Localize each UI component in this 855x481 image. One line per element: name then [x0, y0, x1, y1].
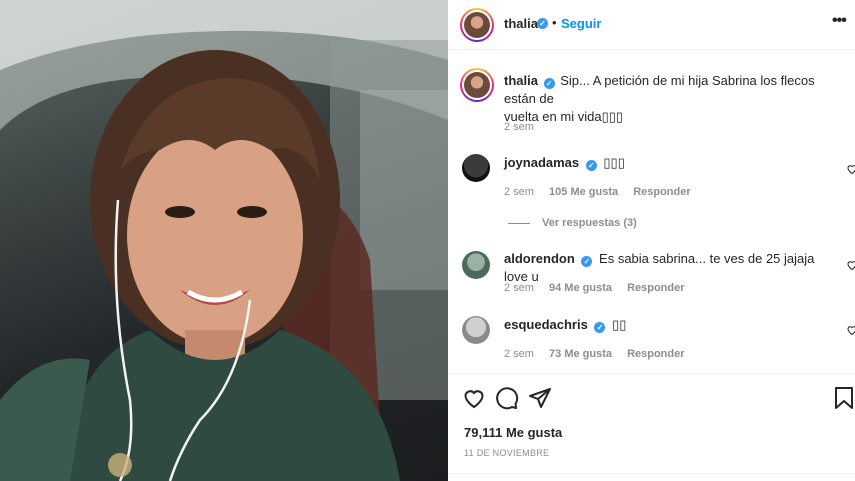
comment-avatar[interactable]	[462, 251, 490, 279]
post-photo[interactable]	[0, 0, 448, 481]
comment-username[interactable]: esquedachris	[504, 317, 588, 332]
post-details-panel: thalia ✓ • Seguir ••• thalia ✓ Sip... A …	[448, 0, 855, 481]
reply-button[interactable]: Responder	[627, 282, 684, 294]
verified-icon: ✓	[581, 256, 593, 267]
reply-button[interactable]: Responder	[627, 348, 684, 360]
comment-like-heart-icon[interactable]	[846, 259, 855, 271]
more-options-icon[interactable]: •••	[832, 12, 847, 30]
follow-button[interactable]: Seguir	[561, 16, 601, 31]
post-header: thalia ✓ • Seguir •••	[448, 0, 855, 50]
comment-text: ▯▯▯	[603, 155, 625, 170]
heart-icon[interactable]	[462, 386, 486, 410]
likes-count[interactable]: 79,111 Me gusta	[464, 425, 562, 440]
divider	[448, 473, 855, 474]
verified-icon: ✓	[594, 322, 606, 333]
comment-2-meta: 2 sem 94 Me gusta Responder	[504, 282, 697, 294]
caption-avatar[interactable]	[460, 68, 494, 102]
comment-username[interactable]: aldorendon	[504, 251, 575, 266]
post-date[interactable]: 11 DE NOVIEMBRE	[464, 448, 549, 458]
comment-likes[interactable]: 94 Me gusta	[549, 282, 612, 294]
caption-username[interactable]: thalia	[504, 73, 538, 88]
post-caption: thalia ✓ Sip... A petición de mi hija Sa…	[504, 72, 844, 126]
selfie-image	[0, 0, 448, 481]
comment-1-meta: 2 sem 105 Me gusta Responder	[504, 186, 703, 198]
caption-time[interactable]: 2 sem	[504, 121, 534, 133]
separator-dot: •	[552, 15, 557, 30]
post-username[interactable]: thalia	[504, 16, 538, 31]
instagram-post-view: thalia ✓ • Seguir ••• thalia ✓ Sip... A …	[0, 0, 855, 481]
post-actions: 79,111 Me gusta 11 DE NOVIEMBRE	[448, 373, 855, 481]
verified-icon: ✓	[585, 160, 597, 171]
comment-3-meta: 2 sem 73 Me gusta Responder	[504, 348, 697, 360]
reply-button[interactable]: Responder	[633, 186, 690, 198]
comment-username[interactable]: joynadamas	[504, 155, 579, 170]
comment-likes[interactable]: 105 Me gusta	[549, 186, 618, 198]
verified-icon: ✓	[543, 78, 555, 89]
comment-2: aldorendon ✓ Es sabia sabrina... te ves …	[504, 250, 834, 286]
avatar[interactable]	[460, 8, 494, 42]
comment-like-heart-icon[interactable]	[846, 163, 855, 175]
comment-time[interactable]: 2 sem	[504, 186, 534, 198]
comment-icon[interactable]	[495, 386, 519, 410]
comment-time[interactable]: 2 sem	[504, 348, 534, 360]
bookmark-icon[interactable]	[834, 386, 854, 410]
comment-time[interactable]: 2 sem	[504, 282, 534, 294]
comment-text: ▯▯	[612, 317, 627, 332]
comment-likes[interactable]: 73 Me gusta	[549, 348, 612, 360]
share-icon[interactable]	[528, 386, 552, 410]
view-replies-button[interactable]: Ver respuestas (3)	[508, 217, 637, 229]
comment-1: joynadamas ✓ ▯▯▯	[504, 154, 625, 172]
verified-icon: ✓	[537, 18, 548, 29]
comment-3: esquedachris ✓ ▯▯	[504, 316, 626, 334]
comment-like-heart-icon[interactable]	[846, 324, 855, 336]
comment-avatar[interactable]	[462, 154, 490, 182]
view-replies-label: Ver respuestas (3)	[542, 217, 637, 229]
caption-emoji: ▯▯▯	[601, 109, 624, 124]
comment-avatar[interactable]	[462, 316, 490, 344]
